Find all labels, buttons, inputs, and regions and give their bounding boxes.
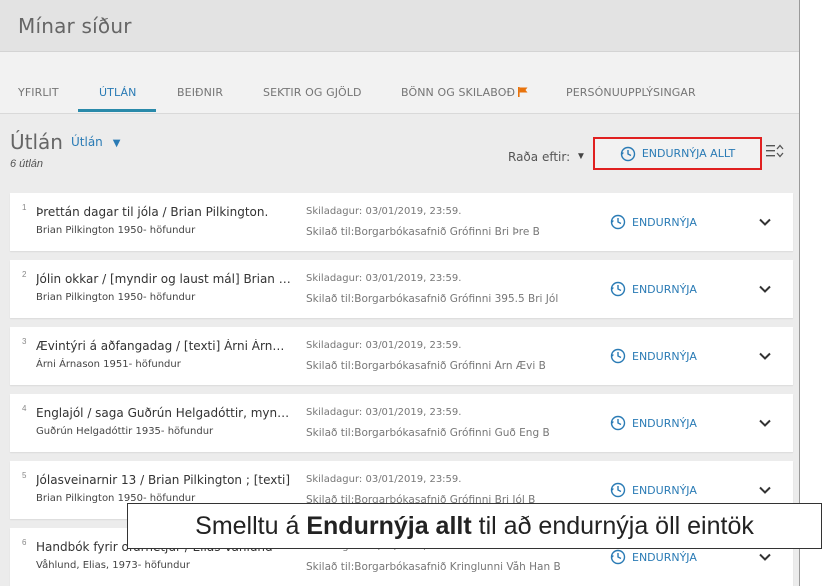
loans-filter-dropdown[interactable]: Útlán ▼ [71,135,120,149]
caret-down-icon: ▼ [112,138,121,149]
chevron-down-icon[interactable] [758,282,772,296]
tab-overview[interactable]: YFIRLIT [18,86,59,99]
loan-title[interactable]: Þrettán dagar til jóla / Brian Pilkingto… [36,205,291,219]
loan-title[interactable]: Englajól / saga Guðrún Helgadóttir, mynd… [36,406,291,420]
renew-clock-icon [610,348,626,364]
loan-number: 3 [22,337,27,346]
loan-return-location: Skilað til:Borgarbókasafnið Grófinni 395… [306,293,559,305]
caption-before: Smelltu á [195,511,300,540]
page-edge [800,0,825,586]
tab-loans[interactable]: ÚTLÁN [99,86,136,99]
loan-due-date: Skiladagur: 03/01/2019, 23:59. [306,206,462,217]
loan-number: 5 [22,471,27,480]
renew-label: ENDURNÝJA [632,349,697,363]
renew-clock-icon [620,146,636,161]
loan-return-location: Skilað til:Borgarbókasafnið Grófinni Guð… [306,427,550,439]
instruction-caption: Smelltu á Endurnýja allt til að endurnýj… [127,503,822,549]
renew-all-button[interactable]: ENDURNÝJA ALLT [593,137,762,170]
loan-row: 3 Ævintýri á aðfangadag / [texti] Árni Ár… [10,327,793,385]
loans-title: Útlán [10,130,63,154]
renew-label: ENDURNÝJA [632,483,697,497]
caption-bold: Endurnýja allt [306,511,472,540]
library-page: Mínar síður YFIRLIT ÚTLÁN BEIÐNIR SEKTIR… [0,0,800,586]
loan-return-location: Skilað til:Borgarbókasafnið Grófinni Árn… [306,360,546,372]
loan-due-date: Skiladagur: 03/01/2019, 23:59. [306,273,462,284]
loan-title[interactable]: Jólin okkar / [myndir og laust mál] Bria… [36,272,291,286]
tab-fines[interactable]: SEKTIR OG GJÖLD [263,86,362,99]
renew-button[interactable]: ENDURNÝJA [610,482,697,498]
loan-author: Våhlund, Elias, 1973- höfundur [36,560,190,571]
loan-number: 4 [22,404,27,413]
loan-author: Brian Pilkington 1950- höfundur [36,225,196,236]
tab-blocks-messages-label: BÖNN OG SKILABOÐ [401,86,516,99]
flag-icon [518,87,528,97]
loan-return-location: Skilað til:Borgarbókasafnið Kringlunni V… [306,561,561,573]
renew-clock-icon [610,281,626,297]
sort-order-icon[interactable] [766,144,784,158]
loan-number: 2 [22,270,27,279]
renew-button[interactable]: ENDURNÝJA [610,549,697,565]
loan-title[interactable]: Jólasveinarnir 13 / Brian Pilkington ; [… [36,473,291,487]
renew-label: ENDURNÝJA [632,282,697,296]
chevron-down-icon[interactable] [758,349,772,363]
loan-number: 6 [22,538,27,547]
chevron-down-icon[interactable] [758,416,772,430]
loan-row: 4 Englajól / saga Guðrún Helgadóttir, myn… [10,394,793,452]
loan-due-date: Skiladagur: 03/01/2019, 23:59. [306,340,462,351]
renew-clock-icon [610,214,626,230]
renew-button[interactable]: ENDURNÝJA [610,281,697,297]
sort-dropdown-caret-icon[interactable]: ▼ [576,151,586,162]
tab-blocks-messages[interactable]: BÖNN OG SKILABOÐ [401,86,528,99]
page-title: Mínar síður [18,13,132,38]
tab-requests[interactable]: BEIÐNIR [177,86,223,99]
loan-due-date: Skiladagur: 03/01/2019, 23:59. [306,474,462,485]
chevron-down-icon[interactable] [758,483,772,497]
loan-return-location: Skilað til:Borgarbókasafnið Grófinni Bri… [306,226,540,238]
renew-label: ENDURNÝJA [632,550,697,564]
renew-label: ENDURNÝJA [632,416,697,430]
renew-button[interactable]: ENDURNÝJA [610,415,697,431]
title-bar: Mínar síður [0,0,799,52]
renew-button[interactable]: ENDURNÝJA [610,348,697,364]
renew-clock-icon [610,415,626,431]
loan-author: Brian Pilkington 1950- höfundur [36,292,196,303]
loan-row: 1 Þrettán dagar til jóla / Brian Pilkingt… [10,193,793,251]
tab-bar: YFIRLIT ÚTLÁN BEIÐNIR SEKTIR OG GJÖLD BÖ… [0,52,799,114]
loan-number: 1 [22,203,27,212]
loans-header: Útlán Útlán ▼ 6 útlán Raða eftir: ▼ ENDUR… [0,114,799,190]
caption-after: til að endurnýja öll eintök [478,511,754,540]
loans-filter-label: Útlán [71,135,103,149]
active-tab-indicator [78,109,156,112]
loan-author: Árni Árnason 1951- höfundur [36,359,181,370]
tab-personal-info[interactable]: PERSÓNUUPPLÝSINGAR [566,86,696,99]
loans-count: 6 útlán [10,158,44,170]
loan-author: Guðrún Helgadóttir 1935- höfundur [36,426,214,437]
renew-button[interactable]: ENDURNÝJA [610,214,697,230]
loan-title[interactable]: Ævintýri á aðfangadag / [texti] Árni Árn… [36,339,291,353]
renew-clock-icon [610,482,626,498]
renew-all-label: ENDURNÝJA ALLT [641,147,736,160]
chevron-down-icon[interactable] [758,215,772,229]
sort-label: Raða eftir: [508,150,571,164]
renew-clock-icon [610,549,626,565]
loan-due-date: Skiladagur: 03/01/2019, 23:59. [306,407,462,418]
chevron-down-icon[interactable] [758,550,772,564]
loan-row: 2 Jólin okkar / [myndir og laust mál] Bri… [10,260,793,318]
renew-label: ENDURNÝJA [632,215,697,229]
